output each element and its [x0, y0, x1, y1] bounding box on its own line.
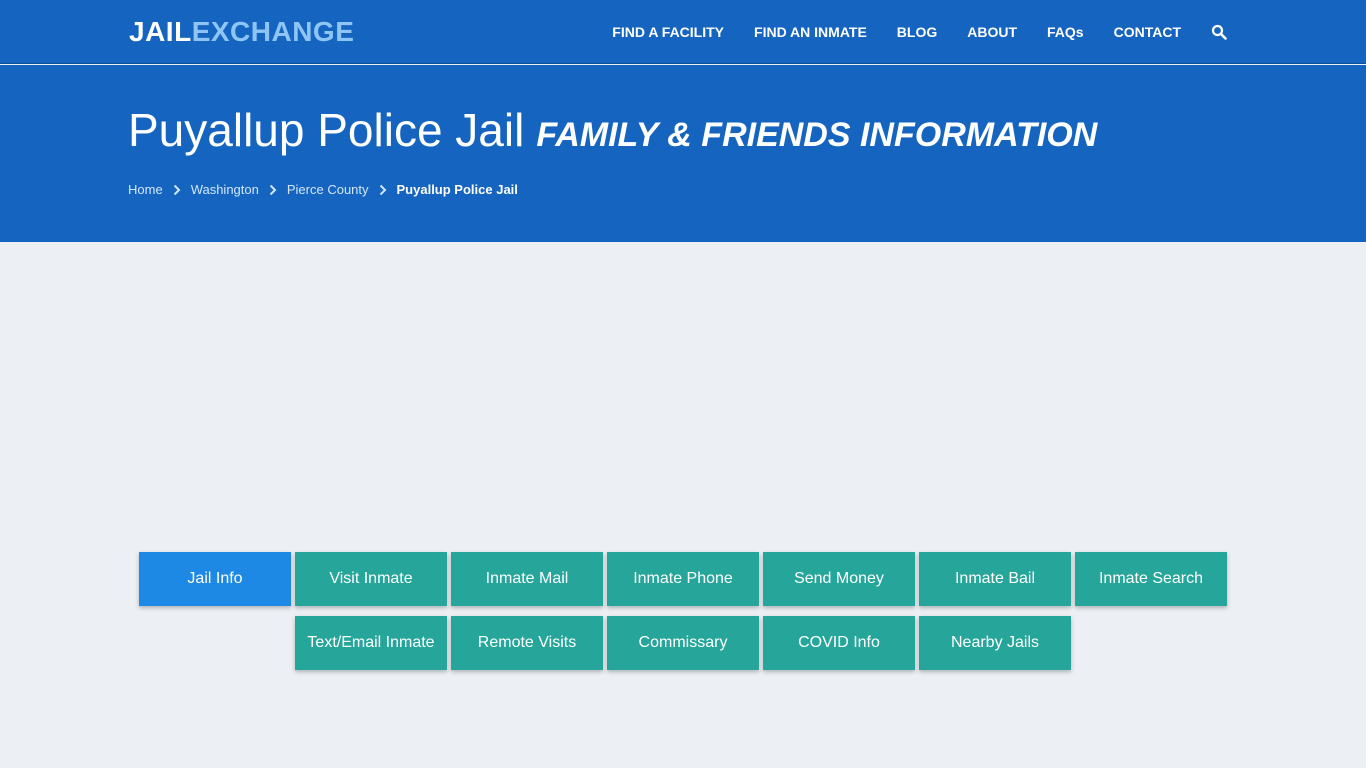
search-icon[interactable] — [1211, 24, 1227, 40]
tile-jail-info[interactable]: Jail Info — [139, 552, 291, 606]
nav-about[interactable]: ABOUT — [967, 24, 1017, 40]
main-nav: FIND A FACILITY FIND AN INMATE BLOG ABOU… — [582, 0, 1227, 64]
tile-covid-info[interactable]: COVID Info — [763, 616, 915, 670]
tile-text-email-inmate[interactable]: Text/Email Inmate — [295, 616, 447, 670]
hero-banner: Puyallup Police Jail FAMILY & FRIENDS INF… — [0, 65, 1366, 242]
chevron-right-icon — [269, 184, 277, 196]
ad-placeholder — [0, 242, 1366, 542]
chevron-right-icon — [173, 184, 181, 196]
breadcrumb-current: Puyallup Police Jail — [396, 182, 518, 197]
breadcrumb-pierce-county[interactable]: Pierce County — [287, 182, 369, 197]
chevron-right-icon — [379, 184, 387, 196]
tile-visit-inmate[interactable]: Visit Inmate — [295, 552, 447, 606]
page-title: Puyallup Police Jail FAMILY & FRIENDS INF… — [128, 103, 1097, 157]
page-title-subtitle: FAMILY & FRIENDS INFORMATION — [536, 116, 1098, 154]
tile-row-2: Text/Email Inmate Remote Visits Commissa… — [0, 616, 1366, 670]
site-logo[interactable]: JAILEXCHANGE — [129, 16, 354, 48]
tile-remote-visits[interactable]: Remote Visits — [451, 616, 603, 670]
tile-row-1: Jail Info Visit Inmate Inmate Mail Inmat… — [0, 552, 1366, 606]
breadcrumb-home[interactable]: Home — [128, 182, 163, 197]
logo-text-exchange: EXCHANGE — [191, 16, 355, 47]
breadcrumb: Home Washington Pierce County Puyallup P… — [128, 182, 518, 197]
tile-nearby-jails[interactable]: Nearby Jails — [919, 616, 1071, 670]
nav-find-facility[interactable]: FIND A FACILITY — [612, 24, 724, 40]
nav-faqs[interactable]: FAQs — [1047, 24, 1084, 40]
tile-inmate-phone[interactable]: Inmate Phone — [607, 552, 759, 606]
nav-blog[interactable]: BLOG — [897, 24, 937, 40]
nav-contact[interactable]: CONTACT — [1114, 24, 1181, 40]
breadcrumb-washington[interactable]: Washington — [191, 182, 259, 197]
tile-inmate-search[interactable]: Inmate Search — [1075, 552, 1227, 606]
tile-send-money[interactable]: Send Money — [763, 552, 915, 606]
tile-inmate-mail[interactable]: Inmate Mail — [451, 552, 603, 606]
nav-find-inmate[interactable]: FIND AN INMATE — [754, 24, 867, 40]
logo-text-jail: JAIL — [129, 16, 192, 47]
top-navbar: JAILEXCHANGE FIND A FACILITY FIND AN INM… — [0, 0, 1366, 64]
page-title-main: Puyallup Police Jail — [128, 104, 525, 156]
tile-inmate-bail[interactable]: Inmate Bail — [919, 552, 1071, 606]
tile-commissary[interactable]: Commissary — [607, 616, 759, 670]
